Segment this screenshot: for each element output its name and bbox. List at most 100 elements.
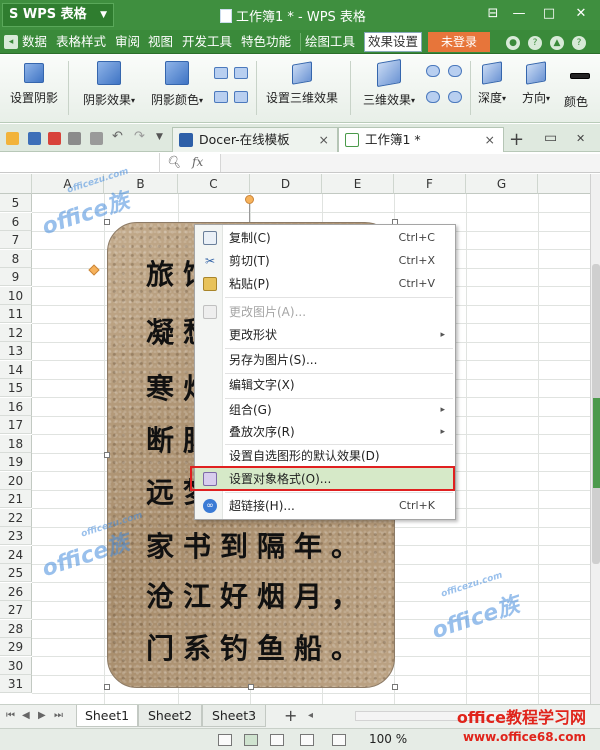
insert-function-icon[interactable]: fx xyxy=(192,155,203,169)
shirt-icon[interactable]: ▲ xyxy=(550,36,564,50)
undo-icon[interactable]: ↶ xyxy=(112,129,125,144)
menu-item-save-as-picture[interactable]: 另存为图片(S)... xyxy=(195,349,455,371)
nudge-shadow-up-icon[interactable] xyxy=(214,67,228,79)
prev-sheet-icon[interactable]: ◀ xyxy=(22,710,30,721)
formula-input[interactable] xyxy=(220,154,600,172)
row-header[interactable]: 6 xyxy=(0,212,32,231)
menu-drawing-tools[interactable]: 绘图工具 xyxy=(300,33,355,51)
menu-options-icon[interactable]: ⊟ xyxy=(480,4,506,24)
tab-workbook1[interactable]: 工作簿1 * × xyxy=(338,127,504,152)
row-header[interactable]: 28 xyxy=(0,619,32,638)
first-sheet-icon[interactable]: ⏮ xyxy=(6,710,15,721)
menu-item-cut[interactable]: ✂ 剪切(T) Ctrl+X xyxy=(195,250,455,272)
page-break-icon[interactable] xyxy=(270,734,284,746)
help-dropdown-icon[interactable]: ? xyxy=(572,36,586,50)
row-header[interactable]: 31 xyxy=(0,675,32,693)
column-header-partial[interactable] xyxy=(538,174,590,194)
menu-effect-settings[interactable]: 效果设置 xyxy=(364,32,423,52)
last-sheet-icon[interactable]: ⏭ xyxy=(54,710,63,721)
app-menu-button[interactable]: S WPS 表格 ▼ xyxy=(2,3,114,27)
row-header[interactable]: 20 xyxy=(0,471,32,490)
rotation-handle[interactable] xyxy=(245,195,254,204)
column-header[interactable]: E xyxy=(322,174,394,194)
row-header[interactable]: 24 xyxy=(0,545,32,564)
zoom-level[interactable]: 100 % xyxy=(369,732,407,746)
resize-handle[interactable] xyxy=(392,684,398,690)
row-header[interactable]: 11 xyxy=(0,305,32,323)
row-header[interactable]: 16 xyxy=(0,397,32,416)
row-header[interactable]: 5 xyxy=(0,194,32,212)
scroll-left-icon[interactable]: ◂ xyxy=(308,710,313,721)
menu-item-change-shape[interactable]: 更改形状 ▸ xyxy=(195,324,455,346)
name-box[interactable] xyxy=(0,153,160,173)
row-header[interactable]: 19 xyxy=(0,453,32,471)
row-header[interactable]: 10 xyxy=(0,286,32,305)
menu-item-hyperlink[interactable]: ∞ 超链接(H)... Ctrl+K xyxy=(195,495,455,517)
row-header[interactable]: 27 xyxy=(0,601,32,619)
normal-view-icon[interactable] xyxy=(218,734,232,746)
depth-button[interactable]: 深度▾ xyxy=(474,57,510,119)
menu-table-style[interactable]: 表格样式 xyxy=(56,33,106,51)
print-icon[interactable] xyxy=(68,132,81,145)
restore-icon[interactable]: ▭ xyxy=(544,130,557,146)
tilt-up-icon[interactable] xyxy=(426,65,440,77)
shadow-settings-button[interactable]: 设置阴影 xyxy=(6,57,62,119)
menu-item-copy[interactable]: 复制(C) Ctrl+C xyxy=(195,227,455,249)
row-header[interactable]: 18 xyxy=(0,434,32,453)
row-header[interactable]: 9 xyxy=(0,268,32,286)
next-sheet-icon[interactable]: ▶ xyxy=(38,710,46,721)
row-header[interactable]: 13 xyxy=(0,342,32,360)
column-header[interactable]: G xyxy=(466,174,538,194)
close-icon[interactable]: ✕ xyxy=(576,132,585,145)
three-d-effect-button[interactable]: 三维效果▾ xyxy=(356,57,422,119)
row-header[interactable]: 15 xyxy=(0,379,32,397)
redo-icon[interactable]: ↷ xyxy=(134,129,147,144)
sheet-tab-sheet3[interactable]: Sheet3 xyxy=(202,705,266,727)
resize-handle[interactable] xyxy=(104,684,110,690)
skin-icon[interactable]: ● xyxy=(506,36,520,50)
row-header[interactable]: 7 xyxy=(0,231,32,249)
maximize-button[interactable]: □ xyxy=(536,4,562,24)
side-panel-toggle[interactable] xyxy=(593,398,600,488)
row-header[interactable]: 12 xyxy=(0,323,32,342)
row-header[interactable]: 8 xyxy=(0,249,32,268)
row-header[interactable]: 29 xyxy=(0,638,32,656)
row-header[interactable]: 14 xyxy=(0,360,32,379)
page-layout-icon[interactable] xyxy=(244,734,258,746)
row-header[interactable]: 22 xyxy=(0,508,32,527)
tilt-right-icon[interactable] xyxy=(448,91,462,103)
column-header[interactable]: D xyxy=(250,174,322,194)
column-header[interactable]: C xyxy=(178,174,250,194)
column-header[interactable]: F xyxy=(394,174,466,194)
close-tab-icon[interactable]: × xyxy=(485,128,495,151)
three-d-settings-button[interactable]: 设置三维效果 xyxy=(262,57,342,119)
tilt-left-icon[interactable] xyxy=(426,91,440,103)
zoom-icon[interactable]: 🔍︎ xyxy=(166,155,181,169)
close-button[interactable]: ✕ xyxy=(568,4,594,24)
print-preview-icon[interactable] xyxy=(90,132,103,145)
save-icon[interactable] xyxy=(28,132,41,145)
row-header[interactable]: 30 xyxy=(0,656,32,675)
menu-item-group[interactable]: 组合(G) ▸ xyxy=(195,399,455,421)
menu-developer[interactable]: 开发工具 xyxy=(182,33,232,51)
menu-item-order[interactable]: 叠放次序(R) ▸ xyxy=(195,421,455,443)
color-button[interactable]: 颜色 xyxy=(564,57,600,119)
nudge-shadow-down-icon[interactable] xyxy=(234,91,248,103)
help-icon[interactable]: ? xyxy=(528,36,542,50)
customize-toolbar-icon[interactable]: ▼ xyxy=(156,132,169,145)
minimize-button[interactable]: — xyxy=(506,4,532,24)
eye-protection-icon[interactable] xyxy=(332,734,346,746)
add-sheet-button[interactable]: + xyxy=(284,706,297,725)
login-button[interactable]: 未登录 xyxy=(428,32,490,52)
resize-handle[interactable] xyxy=(248,684,254,690)
menu-data[interactable]: 数据 xyxy=(22,33,47,51)
row-header[interactable]: 23 xyxy=(0,527,32,545)
sheet-tab-sheet1[interactable]: Sheet1 xyxy=(76,705,138,727)
nudge-shadow-right-icon[interactable] xyxy=(214,91,228,103)
menu-item-paste[interactable]: 粘贴(P) Ctrl+V xyxy=(195,273,455,295)
menu-scroll-left-icon[interactable]: ◂ xyxy=(4,35,18,49)
tilt-down-icon[interactable] xyxy=(448,65,462,77)
row-header[interactable]: 25 xyxy=(0,564,32,582)
menu-item-edit-text[interactable]: 编辑文字(X) xyxy=(195,374,455,396)
direction-button[interactable]: 方向▾ xyxy=(518,57,554,119)
